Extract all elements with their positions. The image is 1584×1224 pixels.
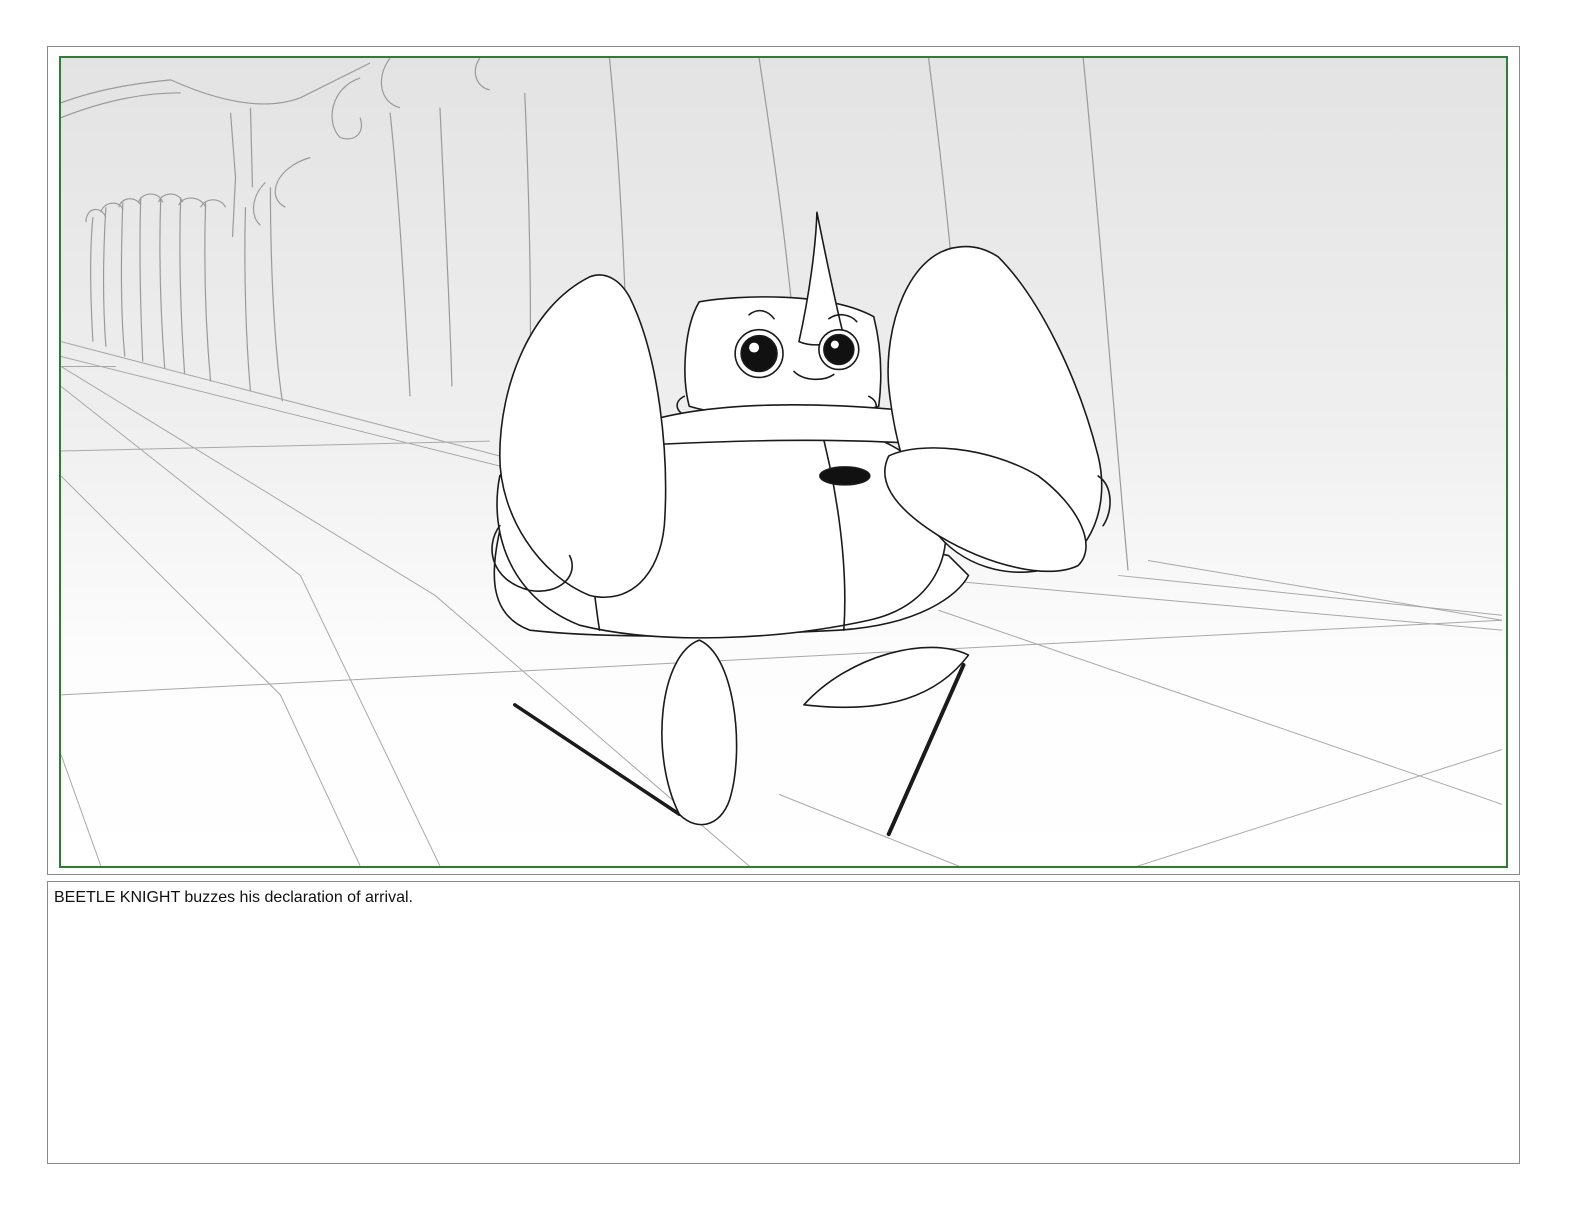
panel-notes: BEETLE KNIGHT buzzes his declaration of … (47, 881, 1520, 1164)
panel-drawing (59, 56, 1508, 868)
beetle-knight-sketch (61, 58, 1506, 866)
action-description: BEETLE KNIGHT buzzes his declaration of … (54, 889, 413, 906)
storyboard-panel (47, 46, 1520, 875)
